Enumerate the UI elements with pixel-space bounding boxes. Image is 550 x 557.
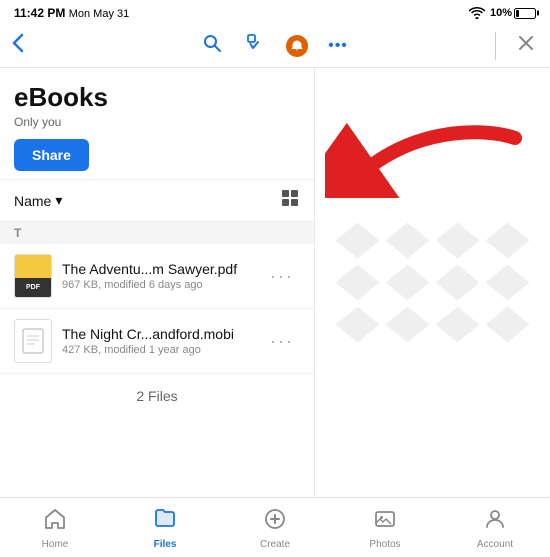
sort-chevron-icon: ▾ bbox=[55, 192, 62, 209]
table-row[interactable]: The Night Cr...andford.mobi 427 KB, modi… bbox=[0, 309, 314, 374]
photos-icon bbox=[373, 507, 397, 537]
file-list: PDF The Adventu...m Sawyer.pdf 967 KB, m… bbox=[0, 244, 314, 497]
file-meta: 967 KB, modified 6 days ago bbox=[62, 279, 264, 291]
status-icons: 10% bbox=[469, 7, 536, 19]
main-content: eBooks Only you Share Name ▾ T bbox=[0, 68, 550, 497]
tab-photos-label: Photos bbox=[369, 539, 400, 550]
share-button[interactable]: Share bbox=[14, 139, 89, 171]
nav-left bbox=[12, 29, 198, 63]
status-bar: 11:42 PM Mon May 31 10% bbox=[0, 0, 550, 24]
status-time: 11:42 PM Mon May 31 bbox=[14, 6, 129, 20]
file-meta: 427 KB, modified 1 year ago bbox=[62, 344, 264, 356]
folder-header: eBooks Only you Share bbox=[0, 68, 314, 179]
close-button[interactable] bbox=[514, 31, 538, 60]
files-count: 2 Files bbox=[0, 374, 314, 418]
tab-home-label: Home bbox=[42, 539, 69, 550]
select-button[interactable] bbox=[242, 29, 270, 62]
tab-files[interactable]: Files bbox=[110, 498, 220, 557]
sort-bar: Name ▾ bbox=[0, 179, 314, 222]
grid-view-button[interactable] bbox=[280, 188, 300, 213]
file-more-button[interactable]: ··· bbox=[264, 262, 300, 291]
battery-indicator: 10% bbox=[490, 7, 536, 19]
notification-badge[interactable] bbox=[286, 35, 308, 57]
tab-account[interactable]: Account bbox=[440, 498, 550, 557]
sort-label-text: Name bbox=[14, 193, 51, 209]
top-nav: ••• bbox=[0, 24, 550, 68]
file-more-button[interactable]: ··· bbox=[264, 327, 300, 356]
file-name: The Night Cr...andford.mobi bbox=[62, 326, 264, 342]
grid-icon bbox=[280, 188, 300, 208]
tab-photos[interactable]: Photos bbox=[330, 498, 440, 557]
file-info: The Adventu...m Sawyer.pdf 967 KB, modif… bbox=[62, 261, 264, 291]
back-button[interactable] bbox=[12, 29, 32, 63]
left-panel: eBooks Only you Share Name ▾ T bbox=[0, 68, 315, 497]
tab-bar: Home Files Create Photos Account bbox=[0, 497, 550, 557]
files-icon bbox=[153, 507, 177, 537]
sort-button[interactable]: Name ▾ bbox=[14, 192, 62, 209]
dropbox-watermark bbox=[336, 223, 530, 343]
file-info: The Night Cr...andford.mobi 427 KB, modi… bbox=[62, 326, 264, 356]
tab-files-label: Files bbox=[154, 539, 177, 550]
tab-create[interactable]: Create bbox=[220, 498, 330, 557]
red-arrow bbox=[325, 118, 525, 198]
nav-divider bbox=[495, 32, 496, 60]
tab-account-label: Account bbox=[477, 539, 513, 550]
wifi-icon bbox=[469, 7, 485, 19]
file-thumbnail bbox=[14, 319, 52, 363]
create-icon bbox=[263, 507, 287, 537]
file-name: The Adventu...m Sawyer.pdf bbox=[62, 261, 264, 277]
tab-home[interactable]: Home bbox=[0, 498, 110, 557]
table-row[interactable]: PDF The Adventu...m Sawyer.pdf 967 KB, m… bbox=[0, 244, 314, 309]
nav-right bbox=[352, 31, 538, 60]
section-header-t: T bbox=[0, 222, 314, 244]
account-icon bbox=[483, 507, 507, 537]
home-icon bbox=[43, 507, 67, 537]
folder-subtitle: Only you bbox=[14, 115, 300, 129]
right-panel bbox=[315, 68, 550, 497]
nav-center: ••• bbox=[198, 29, 352, 62]
search-button[interactable] bbox=[198, 29, 226, 62]
tab-create-label: Create bbox=[260, 539, 290, 550]
file-thumbnail: PDF bbox=[14, 254, 52, 298]
more-button[interactable]: ••• bbox=[324, 33, 352, 59]
folder-title: eBooks bbox=[14, 82, 300, 113]
